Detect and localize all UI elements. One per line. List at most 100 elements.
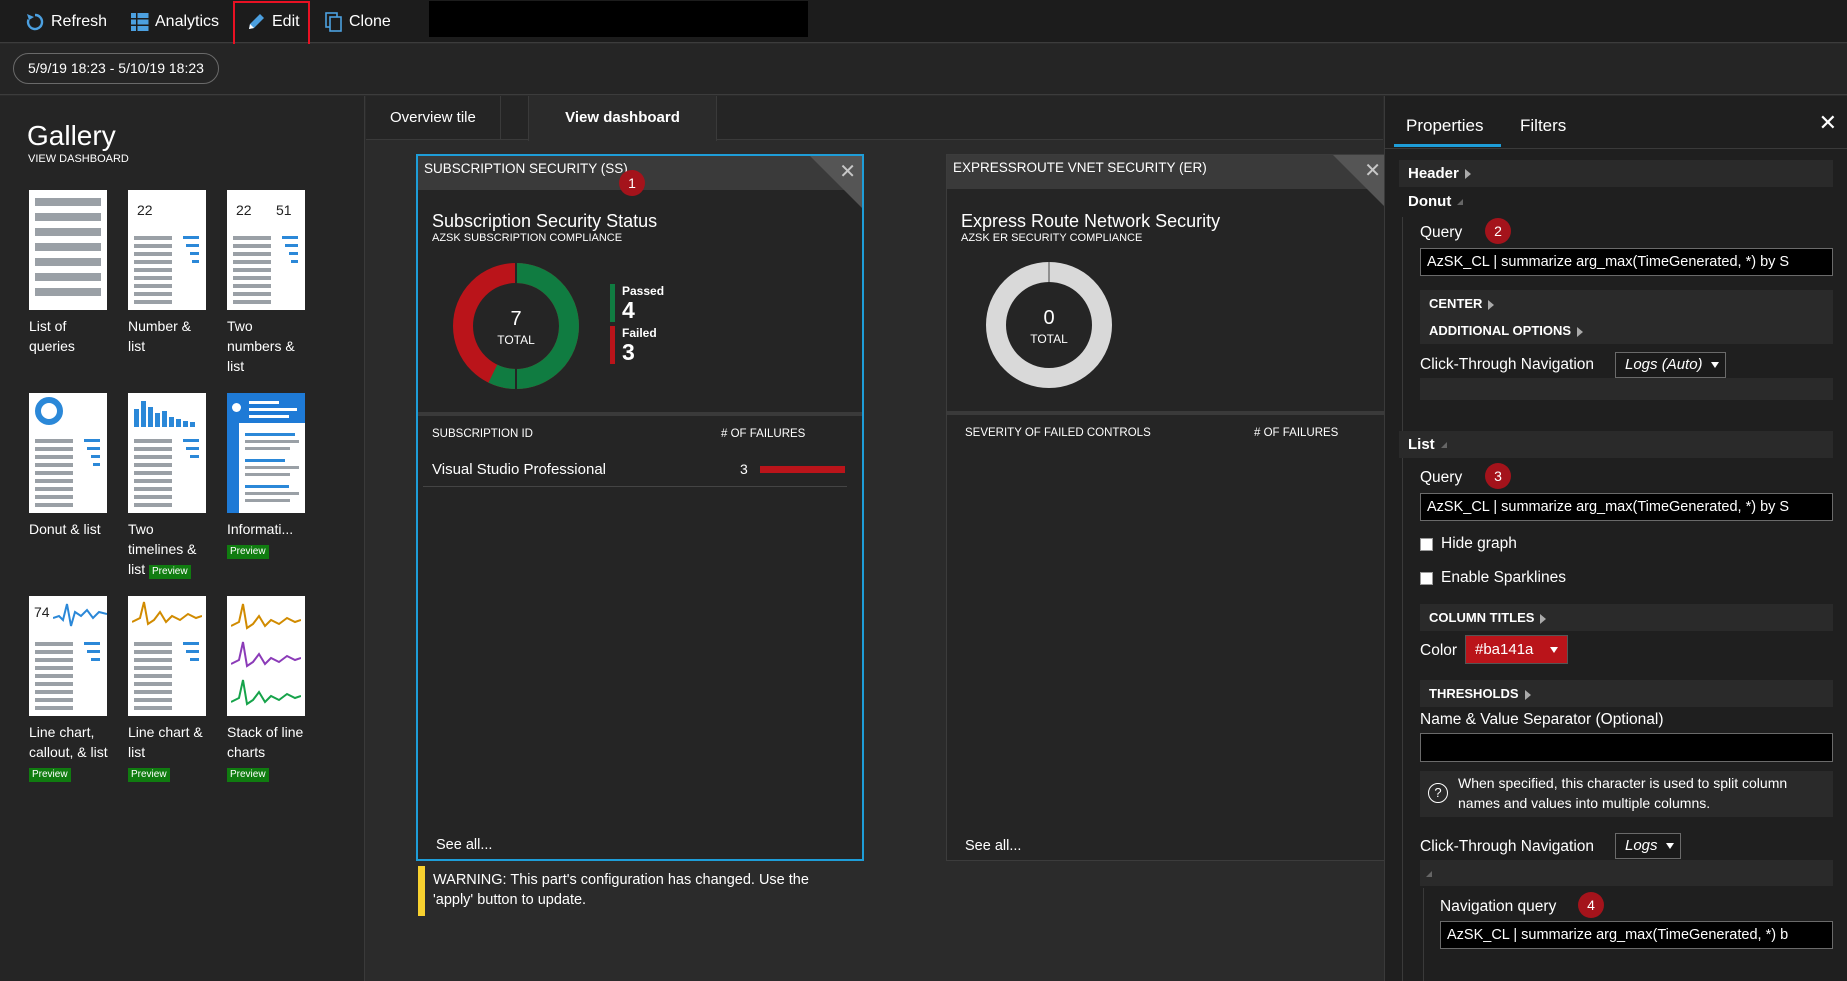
donut-total-value: 7 [510,308,522,330]
informational-thumbnail [227,393,305,513]
donut-section-label: Donut [1408,193,1452,210]
hide-graph-label: Hide graph [1441,535,1517,552]
collapse-arrow-icon [1440,442,1447,449]
tile-title: Express Route Network Security [961,211,1221,231]
gallery-item-label: Informati... Preview [227,519,307,559]
callout-badge-3: 3 [1485,463,1511,489]
list-section-toggle[interactable]: List [1399,431,1833,458]
preview-badge: Preview [128,768,170,782]
preview-badge: Preview [29,768,71,782]
gallery-item-label: List of queries [29,318,75,354]
gallery-item-two-timelines-list[interactable]: Two timelines & list Preview [128,393,208,579]
expand-arrow-icon [1540,613,1547,624]
center-section-toggle[interactable]: CENTER [1420,290,1833,317]
help-icon: ? [1428,783,1448,803]
gallery-subtitle: VIEW DASHBOARD [28,153,129,165]
gallery-item-list-of-queries[interactable]: List of queries [29,190,109,356]
separator-input[interactable] [1420,733,1833,762]
mini-donut-icon [35,397,63,425]
tile-divider [947,411,1405,415]
close-panel-icon[interactable]: ✕ [1819,110,1837,136]
donut-section-toggle[interactable]: Donut [1399,188,1833,215]
mini-bar-chart-icon [134,401,195,427]
gallery-item-line-chart-list[interactable]: Line chart & list Preview [128,596,208,782]
navigation-section-toggle[interactable] [1420,860,1833,886]
tile-subtitle: AZSK ER SECURITY COMPLIANCE [961,232,1143,244]
column-titles-toggle[interactable]: COLUMN TITLES [1420,604,1833,631]
list-query-input[interactable]: AzSK_CL | summarize arg_max(TimeGenerate… [1420,493,1833,521]
tab-filters[interactable]: Filters [1520,116,1566,136]
thresholds-label: THRESHOLDS [1429,686,1519,701]
remove-tile-icon[interactable]: ✕ [1364,158,1381,183]
list-section-label: List [1408,436,1435,453]
analytics-button[interactable]: Analytics [131,0,219,43]
additional-options-label: ADDITIONAL OPTIONS [1429,323,1572,338]
time-range-button[interactable]: 5/9/19 18:23 - 5/10/19 18:23 [13,53,219,84]
tile-divider [418,412,862,416]
gallery-item-number-list[interactable]: 22 Number & list [128,190,208,356]
see-all-link[interactable]: See all... [436,837,492,853]
subscription-security-tile[interactable]: SUBSCRIPTION SECURITY (SS) ✕ 1 Subscript… [416,154,864,861]
refresh-button[interactable]: Refresh [25,0,107,43]
legend-failed-value: 3 [622,339,635,365]
gallery-item-label-text: Line chart, callout, & list [29,724,108,760]
checkbox-box[interactable] [1420,571,1433,585]
enable-sparklines-checkbox[interactable]: Enable Sparklines [1420,569,1566,587]
compliance-donut: 7 TOTAL [451,261,581,395]
row-subscription-name: Visual Studio Professional [432,461,606,478]
preview-badge: Preview [149,565,191,579]
hide-graph-checkbox[interactable]: Hide graph [1420,535,1517,553]
additional-options-toggle[interactable]: ADDITIONAL OPTIONS [1420,317,1833,344]
callout-badge-2: 2 [1485,218,1511,244]
click-through-value: Logs (Auto) [1625,356,1703,373]
click-through-label: Click-Through Navigation [1420,356,1595,373]
remove-tile-icon[interactable]: ✕ [839,159,856,184]
legend-passed-value: 4 [622,297,635,323]
command-bar: Refresh Analytics Edit Clone [0,0,1847,48]
click-through-select[interactable]: Logs (Auto) [1615,352,1726,378]
designer-tabs: Overview tile View dashboard [366,96,1383,141]
expand-arrow-icon [1464,169,1471,180]
gallery-item-two-numbers-list[interactable]: 22 51 Two numbers & list [227,190,307,376]
legend-passed-label: Passed [622,284,665,298]
mini-line-chart-icon [53,603,107,627]
redacted-region [429,1,808,37]
table-row[interactable]: Visual Studio Professional 3 [423,452,847,487]
thresholds-toggle[interactable]: THRESHOLDS [1420,680,1833,707]
donut-query-input[interactable]: AzSK_CL | summarize arg_max(TimeGenerate… [1420,248,1833,276]
tab-overview-tile[interactable]: Overview tile [366,96,501,140]
dropdown-caret-icon [1665,843,1674,849]
gallery-item-donut-list[interactable]: Donut & list [29,393,109,539]
two-numbers-list-thumbnail: 22 51 [227,190,305,310]
legend-passed-swatch [610,284,615,322]
thumb-number: 22 [236,202,252,218]
list-of-queries-thumbnail [29,190,107,310]
donut-total-value: 0 [1043,307,1055,329]
line-chart-callout-list-thumbnail: 74 [29,596,107,716]
expressroute-security-tile[interactable]: EXPRESSROUTE VNET SECURITY (ER) ✕ Expres… [946,154,1406,861]
checkbox-box[interactable] [1420,537,1433,551]
collapse-arrow-icon [1426,871,1432,878]
list-click-through-select[interactable]: Logs [1615,833,1681,859]
gallery-item-stack-of-line-charts[interactable]: Stack of line charts Preview [227,596,307,782]
header-section-toggle[interactable]: Header [1399,160,1833,187]
donut-legend: Passed 4 Failed 3 [610,284,664,368]
gallery-item-informational[interactable]: Informati... Preview [227,393,307,559]
clone-button[interactable]: Clone [325,0,391,43]
gallery-item-label: Donut & list [29,521,101,537]
header-section-label: Header [1408,165,1459,182]
gallery-item-line-chart-callout-list[interactable]: 74 Line chart, callout, & list Preview [29,596,109,782]
thumb-number: 22 [137,202,153,218]
section-guide-line [1402,462,1403,981]
mini-line-chart-icon [132,601,202,626]
navigation-query-input[interactable]: AzSK_CL | summarize arg_max(TimeGenerate… [1440,921,1833,949]
active-tab-indicator [1394,144,1501,147]
tab-properties[interactable]: Properties [1406,116,1483,136]
preview-badge: Preview [227,768,269,782]
color-label: Color [1420,642,1458,659]
compliance-donut: 0 TOTAL [984,260,1114,394]
tab-view-dashboard[interactable]: View dashboard [528,96,717,141]
gallery-item-label-text: Line chart & list [128,724,203,760]
see-all-link[interactable]: See all... [965,838,1021,854]
color-select[interactable]: #ba141a [1465,635,1568,664]
